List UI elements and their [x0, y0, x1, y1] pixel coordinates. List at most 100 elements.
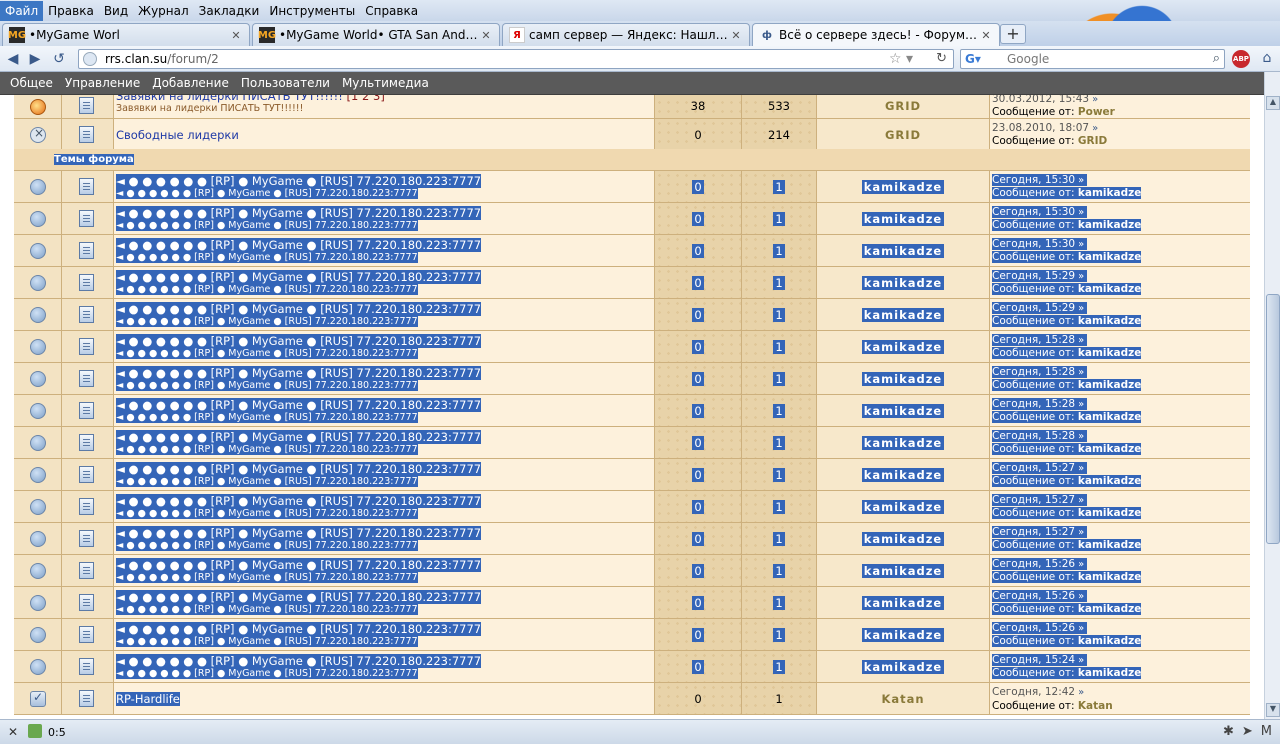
menu-view[interactable]: Вид: [99, 1, 133, 21]
new-tab-button[interactable]: +: [1000, 24, 1026, 44]
goto-last-post-icon[interactable]: »: [1075, 623, 1087, 634]
vertical-scrollbar[interactable]: ▲ ▼: [1264, 72, 1280, 719]
last-post-user[interactable]: kamikadze: [1078, 635, 1141, 647]
topic-title-link[interactable]: ◄ ● ● ● ● ● ● [RP] ● MyGame ● [RUS] 77.2…: [116, 654, 482, 668]
topic-author[interactable]: kamikadze: [861, 660, 945, 674]
tab-mygame-1[interactable]: MG •MyGame Worl ✕: [2, 23, 250, 46]
tab-mygame-2[interactable]: MG •MyGame World• GTA San Andreas Multi.…: [252, 23, 500, 46]
close-tab-icon[interactable]: ✕: [229, 29, 243, 42]
last-post-user[interactable]: kamikadze: [1078, 219, 1141, 231]
goto-last-post-icon[interactable]: »: [1075, 559, 1087, 570]
topic-author[interactable]: kamikadze: [861, 596, 945, 610]
topic-title-link[interactable]: ◄ ● ● ● ● ● ● [RP] ● MyGame ● [RUS] 77.2…: [116, 494, 482, 508]
goto-last-post-icon[interactable]: »: [1089, 95, 1101, 105]
history-icon[interactable]: ↺: [50, 50, 68, 68]
site-menu-users[interactable]: Пользователи: [235, 76, 336, 90]
topic-author[interactable]: GRID: [817, 128, 989, 142]
topic-title-link[interactable]: ◄ ● ● ● ● ● ● [RP] ● MyGame ● [RUS] 77.2…: [116, 206, 482, 220]
menu-bookmarks[interactable]: Закладки: [194, 1, 265, 21]
firebug-icon[interactable]: ✱: [1223, 724, 1234, 739]
topic-title-link[interactable]: ◄ ● ● ● ● ● ● [RP] ● MyGame ● [RUS] 77.2…: [116, 526, 482, 540]
last-post-user[interactable]: kamikadze: [1078, 603, 1141, 615]
close-tab-icon[interactable]: ✕: [729, 29, 743, 42]
topic-author[interactable]: kamikadze: [861, 404, 945, 418]
last-post-user[interactable]: kamikadze: [1078, 443, 1141, 455]
topic-author[interactable]: kamikadze: [861, 276, 945, 290]
topic-author[interactable]: GRID: [817, 99, 989, 113]
site-menu-add[interactable]: Добавление: [146, 76, 235, 90]
scroll-down-icon[interactable]: ▼: [1266, 703, 1280, 717]
last-post-user[interactable]: Katan: [1078, 700, 1113, 712]
tab-forum[interactable]: ф Всё о сервере здесь! - Форум Сервера .…: [752, 23, 1000, 46]
close-icon[interactable]: ✕: [8, 725, 18, 739]
last-post-user[interactable]: Power: [1078, 106, 1115, 118]
goto-last-post-icon[interactable]: »: [1075, 527, 1087, 538]
goto-last-post-icon[interactable]: »: [1075, 591, 1087, 602]
last-post-user[interactable]: kamikadze: [1078, 379, 1141, 391]
scroll-up-icon[interactable]: ▲: [1266, 96, 1280, 110]
topic-author[interactable]: kamikadze: [861, 532, 945, 546]
topic-author[interactable]: kamikadze: [861, 180, 945, 194]
tab-yandex[interactable]: Я самп сервер — Яндекс: Нашлось 2 млн ..…: [502, 23, 750, 46]
goto-last-post-icon[interactable]: »: [1075, 335, 1087, 346]
last-post-user[interactable]: kamikadze: [1078, 507, 1141, 519]
goto-last-post-icon[interactable]: »: [1075, 175, 1087, 186]
goto-last-post-icon[interactable]: »: [1075, 655, 1087, 666]
home-icon[interactable]: ⌂: [1258, 50, 1276, 68]
topic-title-link[interactable]: ◄ ● ● ● ● ● ● [RP] ● MyGame ● [RUS] 77.2…: [116, 366, 482, 380]
goto-last-post-icon[interactable]: »: [1075, 495, 1087, 506]
last-post-user[interactable]: kamikadze: [1078, 411, 1141, 423]
topic-title-link[interactable]: ◄ ● ● ● ● ● ● [RP] ● MyGame ● [RUS] 77.2…: [116, 430, 482, 444]
topic-title-link[interactable]: Завявки на лидерки ПИСАТЬ ТУТ!!!!!!: [116, 95, 343, 103]
gmail-icon[interactable]: M: [1261, 724, 1272, 739]
close-tab-icon[interactable]: ✕: [479, 29, 493, 42]
url-bar[interactable]: rrs.clan.su/forum/2 ☆ ▾ ↻: [78, 49, 954, 69]
last-post-user[interactable]: kamikadze: [1078, 475, 1141, 487]
topic-author[interactable]: kamikadze: [861, 308, 945, 322]
google-engine-icon[interactable]: G▾: [965, 52, 981, 68]
topic-author[interactable]: kamikadze: [861, 244, 945, 258]
last-post-user[interactable]: kamikadze: [1078, 667, 1141, 679]
topic-title-link[interactable]: Свободные лидерки: [116, 128, 239, 142]
site-menu-multimedia[interactable]: Мультимедиа: [336, 76, 435, 90]
goto-last-post-icon[interactable]: »: [1075, 367, 1087, 378]
forward-icon[interactable]: ▶: [26, 50, 44, 68]
topic-title-link[interactable]: RP-Hardlife: [116, 692, 180, 706]
goto-last-post-icon[interactable]: »: [1089, 123, 1101, 134]
goto-last-post-icon[interactable]: »: [1075, 399, 1087, 410]
topic-author[interactable]: kamikadze: [861, 500, 945, 514]
goto-last-post-icon[interactable]: »: [1075, 239, 1087, 250]
close-tab-icon[interactable]: ✕: [979, 29, 993, 42]
last-post-user[interactable]: kamikadze: [1078, 347, 1141, 359]
goto-last-post-icon[interactable]: »: [1075, 303, 1087, 314]
topic-author[interactable]: kamikadze: [861, 468, 945, 482]
topic-title-link[interactable]: ◄ ● ● ● ● ● ● [RP] ● MyGame ● [RUS] 77.2…: [116, 302, 482, 316]
last-post-user[interactable]: kamikadze: [1078, 187, 1141, 199]
menu-help[interactable]: Справка: [360, 1, 423, 21]
topic-title-link[interactable]: ◄ ● ● ● ● ● ● [RP] ● MyGame ● [RUS] 77.2…: [116, 558, 482, 572]
site-menu-manage[interactable]: Управление: [59, 76, 146, 90]
topic-author[interactable]: kamikadze: [861, 340, 945, 354]
goto-last-post-icon[interactable]: »: [1075, 431, 1087, 442]
topic-title-link[interactable]: ◄ ● ● ● ● ● ● [RP] ● MyGame ● [RUS] 77.2…: [116, 462, 482, 476]
menu-file[interactable]: Файл: [0, 0, 44, 21]
adblock-icon[interactable]: ABP: [1232, 50, 1250, 68]
topic-title-link[interactable]: ◄ ● ● ● ● ● ● [RP] ● MyGame ● [RUS] 77.2…: [116, 270, 482, 284]
addon-icon[interactable]: [28, 724, 42, 738]
last-post-user[interactable]: kamikadze: [1078, 571, 1141, 583]
last-post-user[interactable]: kamikadze: [1078, 283, 1141, 295]
menu-tools[interactable]: Инструменты: [264, 1, 360, 21]
topic-author[interactable]: kamikadze: [861, 628, 945, 642]
page-link-1[interactable]: 1: [351, 95, 358, 103]
search-input[interactable]: G▾ Google ⌕: [960, 49, 1225, 69]
topic-author[interactable]: Katan: [817, 692, 989, 706]
topic-title-link[interactable]: ◄ ● ● ● ● ● ● [RP] ● MyGame ● [RUS] 77.2…: [116, 590, 482, 604]
cursor-icon[interactable]: ➤: [1242, 724, 1253, 739]
topic-title-link[interactable]: ◄ ● ● ● ● ● ● [RP] ● MyGame ● [RUS] 77.2…: [116, 334, 482, 348]
last-post-user[interactable]: kamikadze: [1078, 251, 1141, 263]
last-post-user[interactable]: GRID: [1078, 135, 1107, 147]
site-menu-general[interactable]: Общее: [4, 76, 59, 90]
goto-last-post-icon[interactable]: »: [1075, 463, 1087, 474]
topic-author[interactable]: kamikadze: [861, 436, 945, 450]
topic-author[interactable]: kamikadze: [861, 212, 945, 226]
